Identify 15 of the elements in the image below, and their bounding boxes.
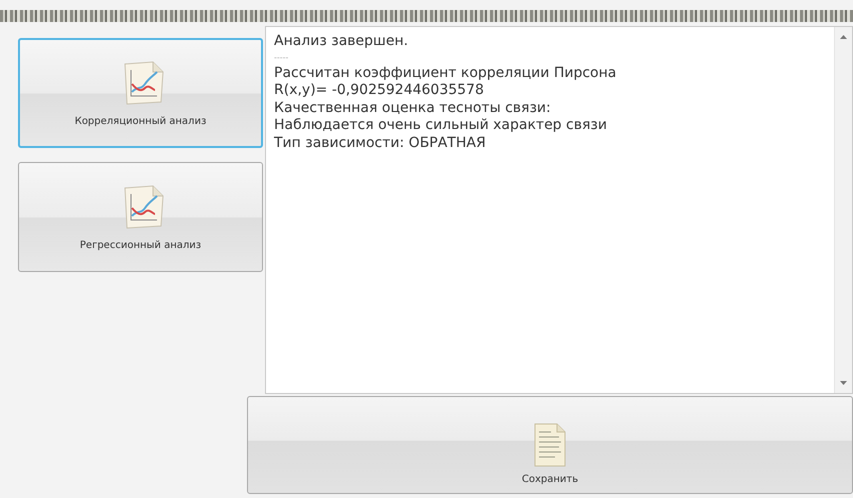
output-line: Качественная оценка тесноты связи:: [274, 100, 552, 117]
document-icon: [533, 422, 567, 468]
save-button[interactable]: Сохранить: [247, 396, 853, 494]
scroll-up-icon[interactable]: [840, 35, 847, 39]
output-line: Рассчитан коэффициент корреляции Пирсона: [274, 64, 618, 82]
output-line: -----: [274, 52, 290, 64]
scroll-down-icon[interactable]: [840, 381, 847, 385]
output-line: R(x,y)= -0,902592446035578: [274, 82, 485, 100]
analysis-button[interactable]: Корреляционный анализ: [18, 38, 263, 148]
output-line: Наблюдается очень сильный характер связи: [274, 117, 608, 134]
analysis-button[interactable]: Регрессионный анализ: [18, 162, 263, 272]
output-text-area[interactable]: Анализ завершен. ----- Рассчитан коэффициент корреляции Пирсона R(x,y)= -0,902592446035578 Качественная оценка тесноты связи: Наблюдается очень сильный характер связи Тип зависимости: ОБРАТНАЯ: [265, 26, 853, 394]
scrollbar[interactable]: [834, 27, 852, 393]
output-line: Анализ завершен.: [274, 33, 410, 50]
output-line: Тип зависимости: ОБРАТНАЯ: [274, 134, 487, 152]
